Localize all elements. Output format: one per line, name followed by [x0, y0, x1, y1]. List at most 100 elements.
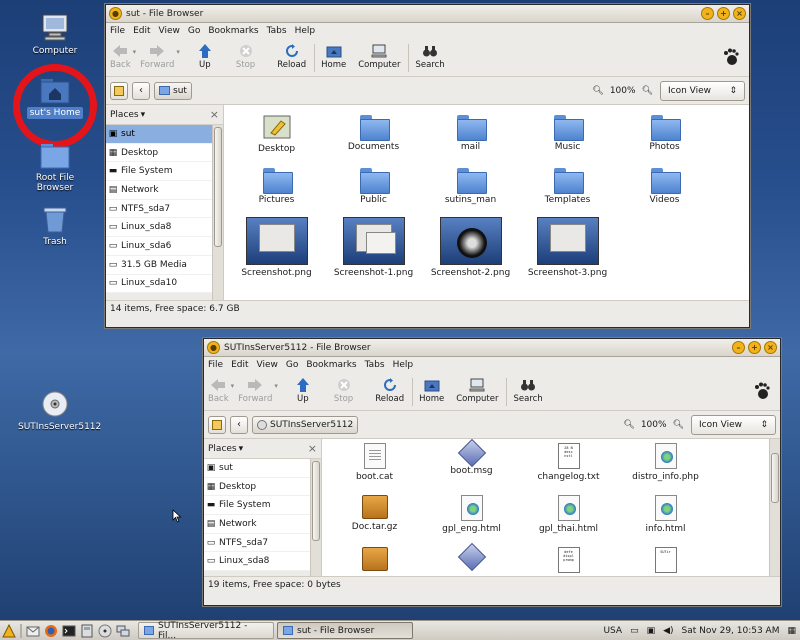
menu-help[interactable]: Help	[295, 26, 316, 36]
main-menu-icon[interactable]	[2, 623, 16, 638]
file-item[interactable]: Photos	[616, 115, 713, 152]
sidebar-item-desktop[interactable]: ▦ Desktop	[106, 143, 212, 163]
desktop-icon-trash[interactable]: Trash	[15, 205, 95, 248]
places-dropdown[interactable]: Places	[208, 444, 237, 454]
file-item[interactable]: Videos	[616, 168, 713, 205]
sidebar-scrollbar[interactable]	[212, 125, 223, 300]
up-button[interactable]: Up	[296, 376, 310, 404]
minimize-button[interactable]: –	[732, 341, 745, 354]
zoom-level[interactable]: 100%	[641, 420, 667, 430]
menu-go[interactable]: Go	[286, 360, 298, 370]
desktop-icon-cdrom[interactable]: SUTInsServer5112	[15, 390, 101, 433]
menu-go[interactable]: Go	[188, 26, 200, 36]
title-bar[interactable]: ● SUTInsServer5112 - File Browser – + ×	[204, 339, 780, 357]
task-sut-window[interactable]: sut - File Browser	[277, 622, 413, 639]
sidebar-item-network[interactable]: ▤ Network	[204, 515, 310, 534]
close-sidebar-icon[interactable]: ×	[210, 108, 219, 121]
view-mode-select[interactable]: Icon View ⇕	[660, 80, 745, 101]
scrollbar-thumb[interactable]	[312, 461, 320, 541]
title-bar[interactable]: ● sut - File Browser – + ×	[106, 5, 749, 23]
menu-file[interactable]: File	[208, 360, 223, 370]
menu-file[interactable]: File	[110, 26, 125, 36]
volume-icon[interactable]: ◀)	[663, 626, 673, 636]
terminal-icon[interactable]	[62, 624, 76, 638]
search-button[interactable]: Search	[513, 376, 543, 404]
file-item[interactable]: defe displ promp	[520, 547, 617, 576]
close-button[interactable]: ×	[764, 341, 777, 354]
minimize-button[interactable]: –	[701, 7, 714, 20]
menu-bookmarks[interactable]: Bookmarks	[306, 360, 356, 370]
reload-button[interactable]: Reload	[277, 42, 306, 70]
scrollbar-thumb[interactable]	[214, 127, 222, 247]
menu-bookmarks[interactable]: Bookmarks	[208, 26, 258, 36]
menu-view[interactable]: View	[257, 360, 278, 370]
view-mode-select[interactable]: Icon View ⇕	[691, 414, 776, 435]
file-item[interactable]: boot.msg	[423, 439, 520, 476]
menu-edit[interactable]: Edit	[133, 26, 150, 36]
email-icon[interactable]	[26, 624, 40, 638]
file-item[interactable]: Public	[325, 168, 422, 205]
toggle-location-entry-button[interactable]	[110, 81, 128, 100]
breadcrumb-server[interactable]: SUTInsServer5112	[252, 415, 359, 434]
file-item[interactable]: Documents	[325, 115, 422, 152]
back-history-dropdown[interactable]: ▾	[231, 382, 235, 390]
keyboard-layout[interactable]: USA	[603, 626, 622, 636]
zoom-out-icon[interactable]: 🔍︎	[623, 420, 634, 430]
sidebar-item-network[interactable]: ▤ Network	[106, 181, 212, 200]
file-item[interactable]: Screenshot.png	[228, 217, 325, 278]
back-button[interactable]: Back	[110, 42, 131, 70]
network-status-icon[interactable]: ▣	[647, 626, 656, 636]
file-item[interactable]: gpl_eng.html	[423, 495, 520, 534]
sidebar-item-sut[interactable]: ▣ sut	[204, 459, 310, 478]
back-button[interactable]: Back	[208, 376, 229, 404]
clock[interactable]: Sat Nov 29, 10:53 AM	[682, 626, 780, 636]
sidebar-item-ntfs-sda7[interactable]: ▭ NTFS_sda7	[204, 533, 310, 553]
forward-button[interactable]: Forward	[238, 376, 272, 404]
sidebar-item-sut[interactable]: ▣ sut	[106, 125, 212, 144]
breadcrumb-sut[interactable]: sut	[154, 81, 192, 100]
close-button[interactable]: ×	[733, 7, 746, 20]
stop-button[interactable]: Stop	[236, 42, 255, 70]
reload-button[interactable]: Reload	[375, 376, 404, 404]
computer-button[interactable]: Computer	[456, 376, 498, 404]
file-item[interactable]: Music	[519, 115, 616, 152]
show-desktop-icon[interactable]: ▦	[787, 626, 796, 636]
desktop-icon-root-browser[interactable]: Root File Browser	[15, 143, 95, 194]
zoom-level[interactable]: 100%	[610, 86, 636, 96]
file-item[interactable]: SUTir	[617, 547, 714, 576]
sidebar-item-linux-sda6[interactable]: ▭ Linux_sda6	[106, 237, 212, 256]
home-button[interactable]: Home	[419, 376, 444, 404]
file-item[interactable]: distro_info.php	[617, 443, 714, 482]
menu-tabs[interactable]: Tabs	[267, 26, 287, 36]
scrollbar-thumb[interactable]	[771, 453, 779, 503]
zoom-in-icon[interactable]: 🔍︎	[673, 420, 684, 430]
file-item[interactable]: Desktop	[228, 115, 325, 154]
forward-button[interactable]: Forward	[140, 42, 174, 70]
zoom-in-icon[interactable]: 🔍︎	[642, 86, 653, 96]
calculator-icon[interactable]	[80, 624, 94, 638]
sidebar-scrollbar[interactable]	[310, 459, 321, 576]
sidebar-item-linux-sda10[interactable]: ▭ Linux_sda10	[106, 274, 212, 294]
sidebar-item-media[interactable]: ▭ 31.5 GB Media	[106, 255, 212, 275]
menu-help[interactable]: Help	[393, 360, 414, 370]
maximize-button[interactable]: +	[717, 7, 730, 20]
sidebar-item-filesystem[interactable]: ▬ File System	[204, 496, 310, 516]
sidebar-item-linux-sda8[interactable]: ▭ Linux_sda8	[204, 552, 310, 572]
file-item[interactable]: Doc.tar.gz	[326, 495, 423, 532]
file-item[interactable]: Screenshot-3.png	[519, 217, 616, 278]
breadcrumb-left-button[interactable]: ‹	[230, 415, 248, 434]
menu-tabs[interactable]: Tabs	[365, 360, 385, 370]
file-item[interactable]: Templates	[519, 168, 616, 205]
back-history-dropdown[interactable]: ▾	[133, 48, 137, 56]
firefox-icon[interactable]	[44, 624, 58, 638]
file-item[interactable]	[423, 542, 520, 572]
network-icon[interactable]	[116, 624, 130, 638]
file-item[interactable]: Screenshot-1.png	[325, 217, 422, 278]
icon-view-scrollbar[interactable]	[769, 439, 780, 576]
forward-history-dropdown[interactable]: ▾	[176, 48, 180, 56]
search-button[interactable]: Search	[415, 42, 445, 70]
breadcrumb-left-button[interactable]: ‹	[132, 81, 150, 100]
sidebar-item-linux-sda8[interactable]: ▭ Linux_sda8	[106, 218, 212, 238]
home-button[interactable]: Home	[321, 42, 346, 70]
places-dropdown[interactable]: Places	[110, 110, 139, 120]
